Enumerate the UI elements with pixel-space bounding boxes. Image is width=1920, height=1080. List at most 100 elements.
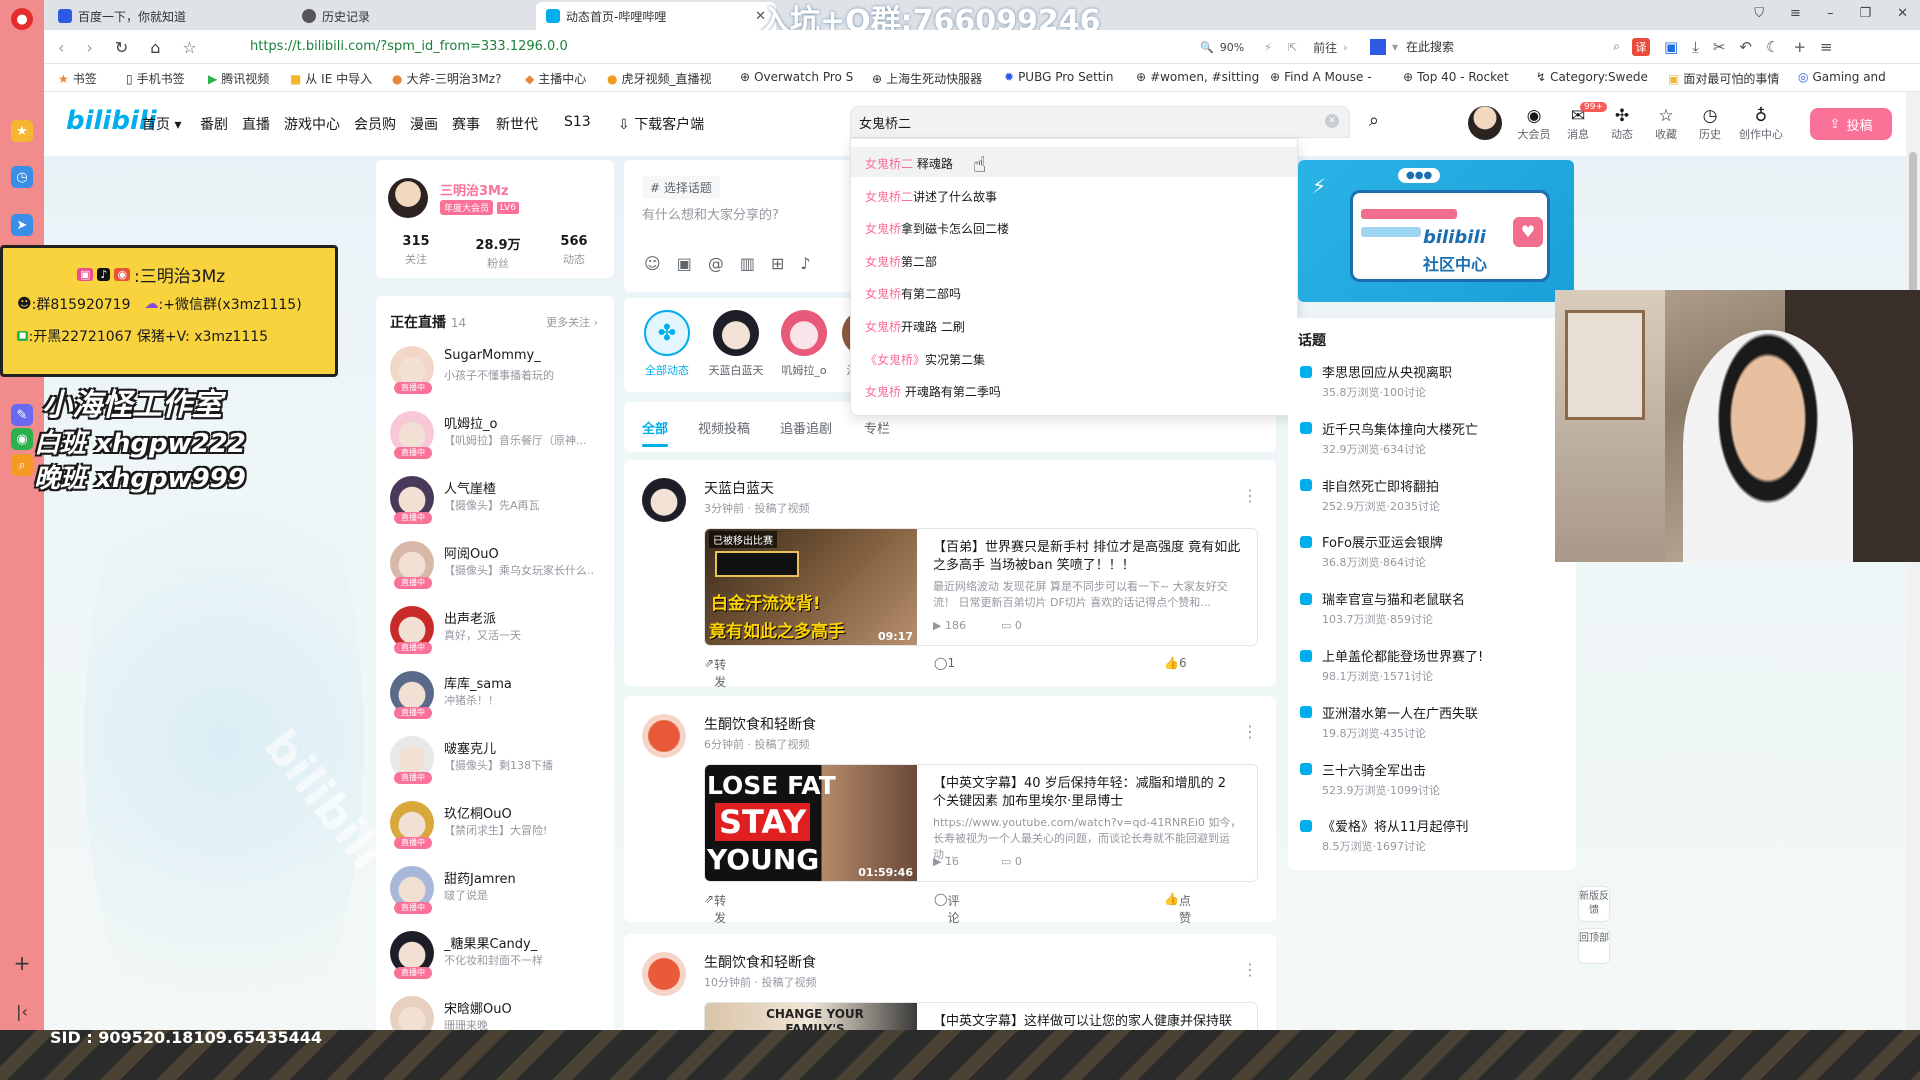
topic-selector[interactable]: # 选择话题: [642, 176, 720, 199]
bookmark-item[interactable]: ■ 从 IE 中导入: [290, 70, 372, 87]
comment-button[interactable]: ◯ 评论: [934, 892, 959, 925]
more-options-icon[interactable]: ⋮: [1242, 960, 1258, 979]
stat-posts[interactable]: 566 动态: [554, 234, 594, 267]
night-mode-icon[interactable]: ☾: [1766, 38, 1779, 56]
nav-messages[interactable]: ✉ 消息 99+: [1558, 102, 1607, 142]
nav-creator-center[interactable]: ♁ 创作中心: [1734, 106, 1788, 142]
topic-item[interactable]: 非自然死亡即将翻拍 252.9万浏览·2035讨论: [1300, 476, 1540, 514]
lightning-icon[interactable]: ⚡: [1264, 41, 1272, 54]
browser-logo-icon[interactable]: ●: [11, 8, 33, 30]
share-button[interactable]: ⇗ 转发: [704, 656, 726, 689]
avatar[interactable]: [388, 178, 428, 218]
bookmark-item[interactable]: ● 虎牙视频_直播视: [607, 70, 712, 87]
follow-item[interactable]: 天蓝白蓝天: [706, 310, 766, 378]
wechat-icon[interactable]: ◉: [11, 428, 33, 450]
nav-favorites[interactable]: ☆ 收藏: [1646, 106, 1686, 142]
avatar[interactable]: [1468, 106, 1502, 140]
share-button[interactable]: ⇗ 转发: [704, 892, 726, 925]
all-dynamic-item[interactable]: ✤ 全部动态: [642, 310, 692, 378]
more-following-link[interactable]: 更多关注 ›: [546, 314, 598, 330]
live-user-item[interactable]: 直播中 人气崖楂 【摄像头】先A再瓦: [390, 476, 595, 536]
search-icon[interactable]: ⌕: [11, 454, 33, 476]
history-icon[interactable]: ◷: [11, 166, 33, 188]
reload-icon[interactable]: ↻: [115, 38, 128, 57]
clear-icon[interactable]: ✕: [1325, 114, 1339, 128]
favorites-icon[interactable]: ★: [11, 120, 33, 142]
bookmark-item[interactable]: ◆ 主播中心: [525, 70, 586, 87]
live-user-item[interactable]: 直播中 啵塞克儿 【摄像头】剩138下播: [390, 736, 595, 796]
video-card[interactable]: 已被移出比赛 白金汗流浃背! 竟有如此之多高手 09:17 【百弟】世界赛只是新…: [704, 528, 1258, 646]
avatar[interactable]: [642, 478, 686, 522]
close-window-icon[interactable]: ✕: [1897, 6, 1908, 21]
back-icon[interactable]: ‹: [58, 38, 64, 57]
avatar[interactable]: [642, 952, 686, 996]
nav-home[interactable]: 首页 ▾: [142, 114, 181, 134]
browser-tab-baidu[interactable]: 百度一下，你就知道: [48, 2, 288, 30]
bili-search-input[interactable]: 女鬼桥二: [859, 113, 911, 132]
nav-history[interactable]: ◷ 历史: [1690, 106, 1730, 142]
nav-esports[interactable]: 赛事: [452, 114, 480, 134]
nav-dynamic[interactable]: ✣ 动态: [1602, 106, 1642, 142]
image-icon[interactable]: ▣: [677, 254, 692, 273]
undo-icon[interactable]: ↶: [1739, 38, 1752, 56]
tab-articles[interactable]: 专栏: [864, 418, 890, 437]
search-suggestion-item[interactable]: 女鬼桥有第二部吗: [865, 285, 961, 302]
topic-item[interactable]: FoFo展示亚运会银牌 36.8万浏览·864讨论: [1300, 532, 1540, 570]
collapse-icon[interactable]: |‹: [11, 1000, 33, 1022]
nav-vip[interactable]: ◉ 大会员: [1514, 106, 1554, 142]
bookmark-item[interactable]: ▣ 面对最可怕的事情: [1668, 70, 1779, 87]
live-user-item[interactable]: 直播中 SugarMommy_ 小孩子不懂事播着玩的: [390, 346, 595, 406]
comment-button[interactable]: ◯ 1: [934, 656, 955, 670]
browser-tab-history[interactable]: 历史记录: [292, 2, 532, 30]
more-options-icon[interactable]: ⋮: [1242, 486, 1258, 505]
nav-mall[interactable]: 会员购: [354, 114, 396, 134]
search-icon[interactable]: ⌕: [1613, 39, 1620, 54]
add-icon[interactable]: +: [11, 951, 33, 975]
feedback-button[interactable]: 新版反馈: [1578, 886, 1610, 922]
search-suggestion-item[interactable]: 女鬼桥开魂路 二刷: [865, 318, 965, 335]
nav-live[interactable]: 直播: [242, 114, 270, 134]
topic-item[interactable]: 三十六骑全军出击 523.9万浏览·1099讨论: [1300, 760, 1540, 798]
like-button[interactable]: 👍 点赞: [1164, 892, 1191, 925]
restore-icon[interactable]: ❐: [1859, 6, 1871, 21]
mention-icon[interactable]: @: [708, 254, 724, 273]
back-to-top-button[interactable]: 回顶部: [1578, 928, 1610, 964]
topic-item[interactable]: 李思思回应从央视离职 35.8万浏览·100讨论: [1300, 362, 1540, 400]
post-author[interactable]: 生酮饮食和轻断食: [704, 714, 816, 734]
bookmark-item[interactable]: ⊕ Overwatch Pro S: [740, 70, 853, 84]
stat-following[interactable]: 315 关注: [396, 234, 436, 267]
nav-manga[interactable]: 漫画: [410, 114, 438, 134]
bookmark-item[interactable]: ▶ 腾讯视频: [208, 70, 269, 87]
bookmark-item[interactable]: ⊕ Find A Mouse -: [1270, 70, 1372, 84]
bookmark-item[interactable]: ⊕ #women, #sitting: [1136, 70, 1259, 84]
nav-download-client[interactable]: ⇩ 下载客户端: [618, 114, 704, 134]
chevron-down-icon[interactable]: ▾: [1392, 40, 1398, 54]
tab-all[interactable]: 全部: [642, 418, 668, 437]
composer-input[interactable]: 有什么想和大家分享的?: [642, 204, 779, 223]
live-user-item[interactable]: 直播中 库库_sama 冲猪杀！！: [390, 671, 595, 731]
live-user-item[interactable]: 直播中 甜药Jamren 啵了说是: [390, 866, 595, 926]
more-options-icon[interactable]: ⋮: [1242, 722, 1258, 741]
search-suggestion-item[interactable]: 女鬼桥第二部: [865, 253, 937, 270]
browser-tab-bilibili[interactable]: 动态首页-哔哩哔哩 ✕: [536, 2, 776, 30]
video-card[interactable]: LOSE FAT STAY YOUNG 01:59:46 【中英文字幕】40 岁…: [704, 764, 1258, 882]
bookmark-item[interactable]: ⊕ Top 40 - Rocket: [1403, 70, 1509, 84]
tab-anime[interactable]: 追番追剧: [780, 418, 832, 437]
send-icon[interactable]: ➤: [11, 214, 33, 236]
live-user-item[interactable]: 直播中 叽姆拉_o 【叽姆拉】音乐餐厅（原神...: [390, 411, 595, 471]
live-user-item[interactable]: 直播中 _糖果果Candy_ 不化妆和封面不一样: [390, 931, 595, 991]
search-suggestion-item[interactable]: 女鬼桥拿到磁卡怎么回二楼: [865, 220, 1009, 237]
home-icon[interactable]: ⌂: [150, 38, 160, 57]
post-author[interactable]: 生酮饮食和轻断食: [704, 952, 816, 972]
nav-anime[interactable]: 番剧: [200, 114, 228, 134]
scissors-icon[interactable]: ✂: [1713, 38, 1726, 56]
bookmark-item[interactable]: ✹ PUBG Pro Settin: [1004, 70, 1113, 84]
edit-icon[interactable]: ✎: [11, 404, 33, 426]
topic-item[interactable]: 上单盖伦都能登场世界赛了! 98.1万浏览·1571讨论: [1300, 646, 1540, 684]
forward-button[interactable]: 前往: [1313, 39, 1337, 56]
tab-video[interactable]: 视频投稿: [698, 418, 750, 437]
live-user-item[interactable]: 直播中 阿阅OuO 【摄像头】乘乌女玩家长什么...: [390, 541, 595, 601]
topic-item[interactable]: 瑞幸官宣与猫和老鼠联名 103.7万浏览·859讨论: [1300, 589, 1540, 627]
live-user-item[interactable]: 直播中 玖亿桐OuO 【禁闭求生】大冒险!: [390, 801, 595, 861]
bookmark-item[interactable]: ⊕ 上海生死动快服器: [872, 70, 982, 87]
